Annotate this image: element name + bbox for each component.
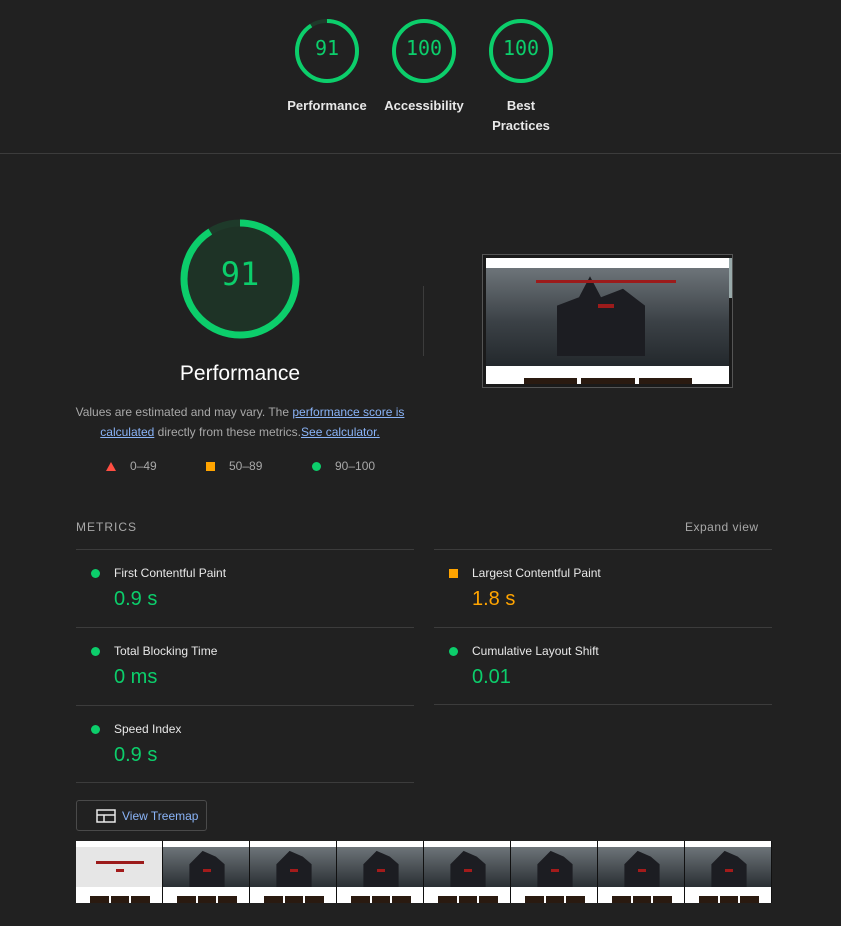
performance-description: Values are estimated and may vary. The p… xyxy=(70,402,410,442)
gauge-performance[interactable]: 91 Performance xyxy=(277,18,377,116)
performance-gauge: 91 xyxy=(178,217,302,341)
metric-value: 1.8 s xyxy=(472,588,516,610)
desc-text-middle: directly from these metrics. xyxy=(154,425,302,439)
see-calculator-link[interactable]: See calculator. xyxy=(301,425,380,439)
legend-pass: 90–100 xyxy=(312,459,375,473)
metric-cumulative-layout-shift: Cumulative Layout Shift 0.01 xyxy=(434,627,772,705)
score-value: 100 xyxy=(405,36,443,60)
treemap-icon xyxy=(96,808,116,823)
metric-divider xyxy=(76,782,414,783)
metric-label: Largest Contentful Paint xyxy=(472,566,601,580)
category-scores: 91 Performance 100 Accessibility 100 Bes… xyxy=(0,0,841,153)
gauge-accessibility[interactable]: 100 Accessibility xyxy=(374,18,474,116)
metric-value: 0 ms xyxy=(114,666,158,688)
metric-first-contentful-paint: First Contentful Paint 0.9 s xyxy=(76,549,414,627)
metric-value: 0.9 s xyxy=(114,744,158,766)
filmstrip xyxy=(76,841,772,903)
legend-average: 50–89 xyxy=(206,459,262,473)
pass-circle-icon xyxy=(91,725,100,734)
filmstrip-frame xyxy=(685,841,772,903)
filmstrip-frame xyxy=(250,841,337,903)
legend-fail: 0–49 xyxy=(106,459,157,473)
score-label: Best Practices xyxy=(471,96,571,136)
metric-value: 0.9 s xyxy=(114,588,158,610)
filmstrip-frame xyxy=(511,841,598,903)
metrics-heading: METRICS xyxy=(76,520,137,534)
metric-largest-contentful-paint: Largest Contentful Paint 1.8 s xyxy=(434,549,772,627)
circle-icon xyxy=(312,461,321,471)
final-screenshot[interactable] xyxy=(482,254,733,388)
legend-range: 0–49 xyxy=(130,459,157,473)
desc-text: Values are estimated and may vary. The xyxy=(75,405,293,419)
filmstrip-frame xyxy=(598,841,685,903)
metric-label: Total Blocking Time xyxy=(114,644,218,658)
screenshot-scrollbar xyxy=(729,258,732,298)
filmstrip-frame xyxy=(424,841,511,903)
metric-value: 0.01 xyxy=(472,666,511,688)
score-value: 100 xyxy=(502,36,540,60)
legend-range: 90–100 xyxy=(335,459,376,473)
pass-circle-icon xyxy=(91,647,100,656)
gauge-best-practices[interactable]: 100 Best Practices xyxy=(471,18,571,136)
triangle-icon xyxy=(106,461,116,471)
metric-speed-index: Speed Index 0.9 s xyxy=(76,705,414,783)
pass-circle-icon xyxy=(91,569,100,578)
vertical-divider xyxy=(423,286,424,356)
metric-label: Speed Index xyxy=(114,722,182,736)
pass-circle-icon xyxy=(449,647,458,656)
header-divider xyxy=(0,153,841,154)
performance-title: Performance xyxy=(179,362,301,385)
score-label: Performance xyxy=(287,98,367,113)
screenshot-image xyxy=(486,258,729,384)
view-treemap-button[interactable]: View Treemap xyxy=(76,800,207,831)
metric-total-blocking-time: Total Blocking Time 0 ms xyxy=(76,627,414,705)
score-label-line2: Practices xyxy=(492,118,550,133)
score-value: 91 xyxy=(314,36,340,60)
score-label-line1: Best xyxy=(506,98,536,113)
view-treemap-label: View Treemap xyxy=(122,808,199,823)
filmstrip-frame xyxy=(163,841,250,903)
legend-range: 50–89 xyxy=(229,459,263,473)
filmstrip-frame xyxy=(337,841,424,903)
average-square-icon xyxy=(449,569,458,578)
square-icon xyxy=(206,461,215,471)
score-label: Accessibility xyxy=(384,98,464,113)
metric-label: Cumulative Layout Shift xyxy=(472,644,599,658)
metric-divider xyxy=(434,704,772,705)
expand-view-toggle[interactable]: Expand view xyxy=(685,520,759,534)
metric-label: First Contentful Paint xyxy=(114,566,227,580)
performance-score: 91 xyxy=(220,255,260,293)
filmstrip-frame xyxy=(76,841,163,903)
